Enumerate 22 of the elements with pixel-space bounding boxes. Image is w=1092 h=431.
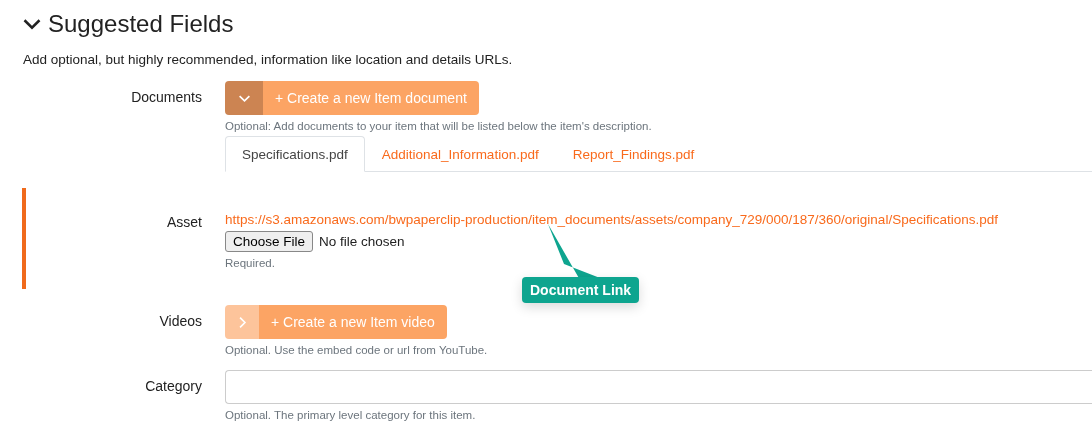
- create-video-button[interactable]: + Create a new Item video: [259, 305, 447, 339]
- create-document-button[interactable]: + Create a new Item document: [263, 81, 479, 115]
- field-label: Asset: [166, 213, 202, 232]
- help-text: Optional: Add documents to your item that will be listed below the item's description.: [225, 120, 652, 132]
- help-text: Required.: [225, 257, 275, 269]
- help-text: Optional. The primary level category for this item.: [225, 409, 476, 421]
- section-description: Add optional, but highly recommended, information like location and details URLs.: [23, 52, 514, 67]
- file-status: No file chosen: [319, 234, 405, 249]
- field-label: Videos: [158, 312, 202, 331]
- help-text: Optional. Use the embed code or url from YouTube.: [225, 344, 488, 356]
- document-tab[interactable]: Additional_Information.pdf: [364, 136, 556, 172]
- document-tab[interactable]: Report_Findings.pdf: [555, 136, 712, 172]
- category-field[interactable]: [225, 370, 1092, 404]
- field-label: Documents: [130, 88, 202, 107]
- document-link[interactable]: https://s3.amazonaws.com/bwpaperclip-production/item_documents/assets/company_729/000/187/360/original/Specifications.pdf: [225, 212, 998, 227]
- collapse-toggle[interactable]: [225, 305, 259, 339]
- collapse-toggle[interactable]: [225, 81, 263, 115]
- field-label: Category: [144, 377, 202, 396]
- document-tab[interactable]: Specifications.pdf: [225, 136, 365, 172]
- section-title: Suggested Fields: [48, 10, 234, 38]
- callout-label: Document Link: [522, 277, 640, 303]
- choose-file-button[interactable]: Choose File: [225, 231, 314, 252]
